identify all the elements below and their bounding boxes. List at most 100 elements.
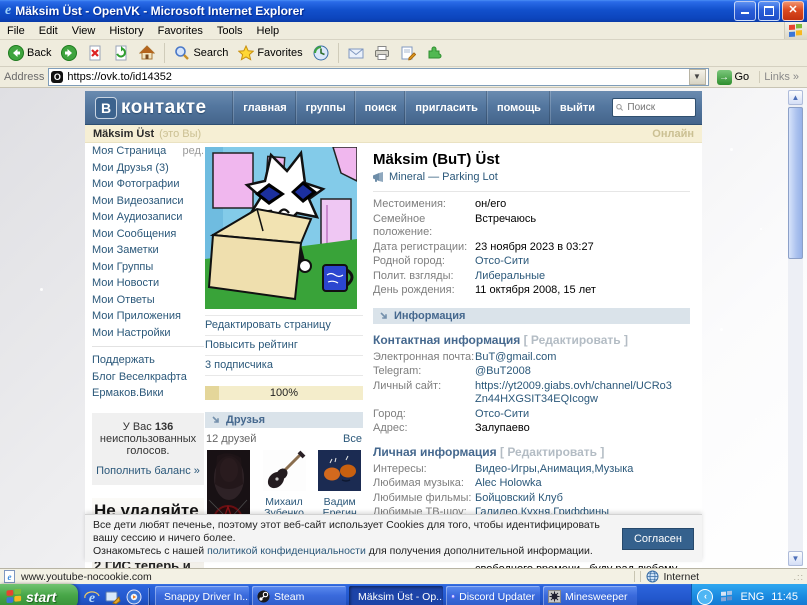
sidebar-item-news[interactable]: Мои Новости [92, 275, 204, 292]
close-button[interactable]: ✕ [782, 1, 804, 21]
window-title: Mäksim Üst - OpenVK - Microsoft Internet… [15, 4, 304, 18]
sidebar-item-videos[interactable]: Мои Видеозаписи [92, 193, 204, 210]
scroll-up-icon[interactable]: ▲ [788, 90, 803, 105]
top-up-balance-link[interactable]: Пополнить баланс » [96, 465, 200, 477]
resize-grip[interactable]: .:: [793, 572, 804, 582]
minimize-button[interactable] [734, 1, 756, 21]
privacy-policy-link[interactable]: политикой конфиденциальности [207, 545, 366, 557]
tray-windows-icon[interactable] [720, 590, 733, 603]
sidebar-edit-link[interactable]: ред. [183, 143, 204, 160]
menu-help[interactable]: Help [250, 25, 287, 37]
taskbar-button-steam[interactable]: Steam [252, 586, 346, 605]
address-dropdown-icon[interactable]: ▼ [688, 69, 706, 85]
tray-language[interactable]: ENG [740, 591, 764, 603]
menu-history[interactable]: History [102, 25, 150, 37]
friend-card[interactable]: Михаил Зубенко [261, 450, 308, 519]
media-player-icon[interactable] [126, 589, 142, 605]
vertical-scrollbar[interactable]: ▲ ▼ [788, 90, 803, 566]
status-text: Mineral — Parking Lot [389, 171, 498, 183]
sidebar-item-notes[interactable]: Мои Заметки [92, 242, 204, 259]
quicklaunch-ie-icon[interactable]: e [84, 589, 100, 605]
sidebar-item-photos[interactable]: Мои Фотографии [92, 176, 204, 193]
start-button[interactable]: start [0, 584, 78, 605]
nav-groups[interactable]: группы [295, 91, 355, 124]
profile-status[interactable]: Mineral — Parking Lot [373, 171, 690, 183]
stop-icon [89, 45, 101, 61]
print-button[interactable] [370, 44, 394, 62]
nav-invite[interactable]: пригласить [405, 91, 487, 124]
forward-button[interactable] [57, 44, 81, 62]
profile-avatar[interactable] [205, 147, 357, 309]
sidebar-item-groups[interactable]: Мои Группы [92, 259, 204, 276]
address-input[interactable] [67, 71, 685, 83]
sidebar-item-wiki[interactable]: Ермаков.Вики [92, 385, 204, 402]
scrollbar-thumb[interactable] [788, 107, 803, 259]
status-page-icon: e [4, 570, 15, 583]
sidebar: Моя Страница ред. Мои Друзья (3) Мои Фот… [92, 143, 204, 568]
search-label: Search [193, 47, 229, 59]
edit-page-link[interactable]: Редактировать страницу [205, 315, 363, 336]
taskbar-button-snappy[interactable]: Snappy Driver In... [155, 586, 249, 605]
taskbar-button-minesweeper[interactable]: Minesweeper [543, 586, 637, 605]
history-button[interactable] [309, 44, 333, 62]
tray-chevron-icon[interactable]: ‹ [697, 588, 714, 605]
address-field[interactable]: O ▼ [48, 68, 709, 86]
minesweeper-icon [548, 590, 561, 603]
votes-line2: неиспользованных [99, 432, 197, 445]
sidebar-item-support[interactable]: Поддержать [92, 352, 204, 369]
sidebar-item-answers[interactable]: Мои Ответы [92, 292, 204, 309]
search-button[interactable]: Search [170, 44, 232, 62]
sidebar-item-friends[interactable]: Мои Друзья (3) [92, 160, 204, 177]
menu-edit[interactable]: Edit [32, 25, 65, 37]
show-desktop-icon[interactable] [105, 589, 121, 605]
personal-field-row: Любимая музыка: Alec Holowka [373, 477, 542, 489]
vk-logo[interactable]: В контакте [95, 96, 207, 119]
nav-search[interactable]: поиск [354, 91, 406, 124]
links-menu[interactable]: Links » [759, 71, 803, 83]
cookie-accept-button[interactable]: Согласен [621, 527, 694, 550]
sidebar-item-audios[interactable]: Мои Аудиозаписи [92, 209, 204, 226]
go-button[interactable]: → Go [713, 69, 754, 85]
taskbar-button-openvk-active[interactable]: e Mäksim Üst - Op... [349, 586, 443, 605]
edit-button[interactable] [396, 44, 420, 62]
subscribers-link[interactable]: 3 подписчика [205, 356, 363, 376]
mail-button[interactable] [344, 44, 368, 62]
vk-nav: главная группы поиск пригласить помощь в… [233, 91, 604, 124]
restore-button[interactable] [758, 1, 780, 21]
personal-edit-link[interactable]: [ Редактировать ] [500, 445, 604, 459]
vk-search-box[interactable] [612, 98, 696, 117]
nav-home[interactable]: главная [233, 91, 295, 124]
menu-tools[interactable]: Tools [210, 25, 250, 37]
messenger-button[interactable] [422, 44, 446, 62]
votes-count: 136 [154, 420, 174, 433]
contact-edit-link[interactable]: [ Редактировать ] [524, 333, 628, 347]
sidebar-item-settings[interactable]: Мои Настройки [92, 325, 204, 342]
vk-search-input[interactable] [625, 101, 692, 114]
home-button[interactable] [135, 44, 159, 62]
nav-logout[interactable]: выйти [549, 91, 604, 124]
address-bar: Address O ▼ → Go Links » [0, 67, 807, 88]
refresh-button[interactable] [109, 44, 133, 62]
sidebar-item-my-page[interactable]: Моя Страница ред. [92, 143, 204, 160]
profile-main-column: Mäksim (BuT) Üst Mineral — Parking Lot М… [373, 143, 690, 568]
back-button[interactable]: Back [4, 44, 55, 62]
discord-icon [451, 594, 455, 599]
info-section-header[interactable]: Информация [373, 307, 690, 324]
friends-all-link[interactable]: Все [343, 433, 362, 445]
raise-rating-link[interactable]: Повысить рейтинг [205, 336, 363, 356]
sidebar-item-messages[interactable]: Мои Сообщения [92, 226, 204, 243]
taskbar-button-discord[interactable]: Discord Updater [446, 586, 540, 605]
scroll-down-icon[interactable]: ▼ [788, 551, 803, 566]
menu-file[interactable]: File [0, 25, 32, 37]
menu-favorites[interactable]: Favorites [151, 25, 210, 37]
stop-button[interactable] [83, 44, 107, 62]
favorites-button[interactable]: Favorites [234, 44, 306, 62]
friend-card[interactable]: Вадим Ерегин [316, 450, 363, 519]
nav-help[interactable]: помощь [486, 91, 550, 124]
personal-field-row: Любимые фильмы: Бойцовский Клуб [373, 491, 563, 504]
vk-logo-icon: В [95, 96, 117, 119]
menu-view[interactable]: View [65, 25, 103, 37]
links-chevron-icon: » [792, 71, 799, 83]
sidebar-item-apps[interactable]: Мои Приложения [92, 308, 204, 325]
sidebar-item-blog[interactable]: Блог Веселкрафта [92, 369, 204, 386]
